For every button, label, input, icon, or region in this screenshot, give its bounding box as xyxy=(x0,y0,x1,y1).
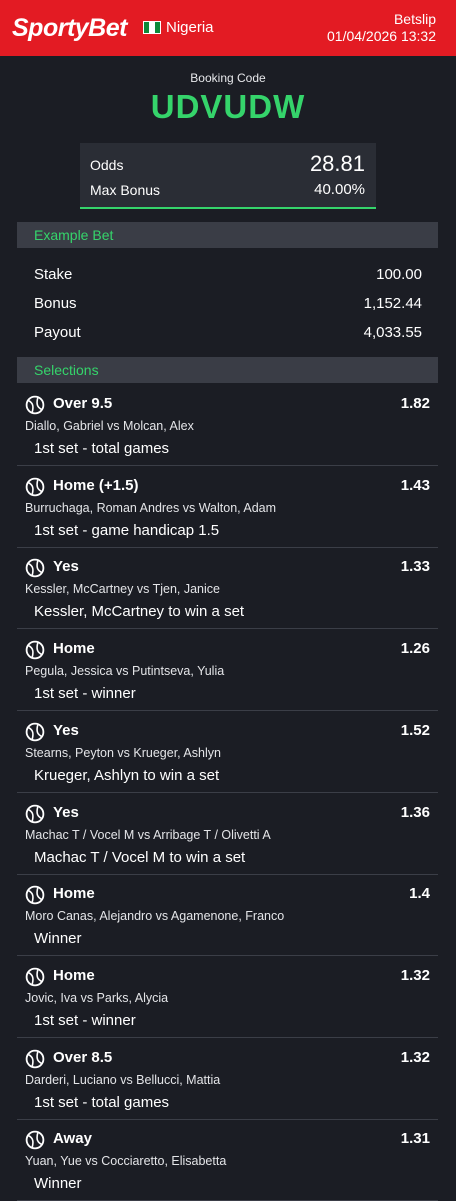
selection-row[interactable]: Yes 1.33 Kessler, McCartney vs Tjen, Janic… xyxy=(17,547,438,630)
selection-event: Moro Canas, Alejandro vs Agamenone, Fran… xyxy=(25,909,285,924)
payout-value: 4,033.55 xyxy=(363,324,422,341)
selection-pick: Home xyxy=(53,966,95,984)
max-bonus-value: 40.00% xyxy=(314,181,365,198)
selection-row[interactable]: Home (+1.5) 1.43 Burruchaga, Roman Andres … xyxy=(17,466,438,548)
tennis-ball-icon xyxy=(25,559,45,578)
selection-pick: Yes xyxy=(53,558,79,576)
booking-code-value[interactable]: UDVUDW xyxy=(0,88,456,126)
bonus-label: Bonus xyxy=(34,295,77,312)
odds-value: 28.81 xyxy=(309,151,365,176)
selection-market: 1st set - game handicap 1.5 xyxy=(34,521,220,539)
tennis-ball-icon xyxy=(25,640,45,660)
country-label: Nigeria xyxy=(166,19,214,36)
bonus-value: 1,152.44 xyxy=(363,295,422,312)
max-bonus-label: Max Bonus xyxy=(90,182,161,198)
tennis-ball-icon xyxy=(25,722,45,742)
selection-event: Diallo, Gabriel vs Molcan, Alex xyxy=(25,419,194,433)
selection-odd: 1.82 xyxy=(400,395,430,412)
selection-event: Pegula, Jessica vs Putintseva, Yulia xyxy=(25,664,225,679)
selection-odd: 1.26 xyxy=(400,640,430,658)
bonus-row: Bonus 1,152.44 xyxy=(34,295,422,312)
nigeria-flag-icon xyxy=(143,21,161,34)
stake-label: Stake xyxy=(34,266,73,283)
selection-market: Winner xyxy=(34,1175,82,1193)
selection-pick: Home xyxy=(53,885,95,903)
selection-pick: Home (+1.5) xyxy=(53,476,139,494)
selection-market: 1st set - winner xyxy=(34,685,136,703)
selections-title: Selections xyxy=(34,362,99,378)
selection-pick: Yes xyxy=(53,803,79,821)
selection-row[interactable]: Home 1.26 Pegula, Jessica vs Putintseva, Y… xyxy=(17,629,438,712)
selection-odd: 1.4 xyxy=(409,885,430,903)
tennis-ball-icon xyxy=(25,885,45,905)
selection-market: 1st set - total games xyxy=(34,440,170,457)
sportybet-logo[interactable]: SportyBet xyxy=(12,14,127,43)
selection-pick: Away xyxy=(53,1130,92,1148)
selection-odd: 1.32 xyxy=(400,1048,430,1066)
payout-label: Payout xyxy=(34,324,81,341)
selection-event: Jovic, Iva vs Parks, Alycia xyxy=(25,990,169,1005)
selection-odd: 1.52 xyxy=(400,721,430,739)
selection-row[interactable]: Yes 1.52 Stearns, Peyton vs Krueger, Ashly… xyxy=(17,711,438,793)
selection-odd: 1.36 xyxy=(400,803,430,821)
example-bet-title: Example Bet xyxy=(34,227,114,243)
selection-event: Burruchaga, Roman Andres vs Walton, Adam xyxy=(25,500,277,515)
selection-odd: 1.31 xyxy=(400,1130,430,1148)
selection-market: Winner xyxy=(34,930,82,948)
top-header: SportyBet Nigeria Betslip 01/04/2026 13:… xyxy=(0,0,456,56)
selection-pick: Home xyxy=(53,640,95,658)
selection-market: Kessler, McCartney to win a set xyxy=(34,603,245,621)
selection-odd: 1.43 xyxy=(400,476,430,494)
selection-market: 1st set - winner xyxy=(34,1011,136,1029)
selection-market: Krueger, Ashlyn to win a set xyxy=(34,766,220,784)
selection-market: Machac T / Vocel M to win a set xyxy=(34,848,246,866)
selection-row[interactable]: Over 8.5 1.32 Darderi, Luciano vs Bellucci… xyxy=(17,1038,438,1120)
example-bet-header: Example Bet xyxy=(17,222,438,248)
betslip-title: Betslip xyxy=(393,11,436,27)
selection-pick: Over 9.5 xyxy=(53,395,113,412)
selection-row[interactable]: Yes 1.36 Machac T / Vocel M vs Arribage T … xyxy=(17,793,438,875)
selection-event: Kessler, McCartney vs Tjen, Janice xyxy=(25,582,220,597)
selection-odd: 1.33 xyxy=(400,558,430,576)
selection-event: Machac T / Vocel M vs Arribage T / Olive… xyxy=(25,827,271,842)
stake-value: 100.00 xyxy=(376,266,422,283)
selection-odd: 1.32 xyxy=(400,966,430,984)
selection-row[interactable]: Away 1.31 Yuan, Yue vs Cocciaretto, Elisab… xyxy=(17,1119,438,1201)
tennis-ball-icon xyxy=(25,1130,45,1150)
stake-row: Stake 100.00 xyxy=(34,266,422,283)
selection-row[interactable]: Home 1.4 Moro Canas, Alejandro vs Agamenon… xyxy=(17,874,438,957)
betslip-datetime: 01/04/2026 13:32 xyxy=(327,28,436,44)
tennis-ball-icon xyxy=(25,967,45,987)
selection-event: Yuan, Yue vs Cocciaretto, Elisabetta xyxy=(25,1154,227,1169)
selection-event: Stearns, Peyton vs Krueger, Ashlyn xyxy=(25,745,221,760)
booking-code-label: Booking Code xyxy=(190,71,266,85)
selection-pick: Over 8.5 xyxy=(53,1048,113,1066)
tennis-ball-icon xyxy=(25,804,45,823)
selections-header: Selections xyxy=(17,357,438,383)
tennis-ball-icon xyxy=(25,1049,45,1068)
tennis-ball-icon xyxy=(25,395,45,415)
selection-market: 1st set - total games xyxy=(34,1093,170,1111)
tennis-ball-icon xyxy=(25,477,45,496)
odds-summary-box: Odds 28.81 Max Bonus 40.00% xyxy=(80,143,376,209)
payout-row: Payout 4,033.55 xyxy=(34,324,422,341)
selection-row[interactable]: Over 9.5 1.82 Diallo, Gabriel vs Molcan, A… xyxy=(17,384,438,466)
selection-event: Darderi, Luciano vs Bellucci, Mattia xyxy=(25,1072,221,1087)
selection-pick: Yes xyxy=(53,721,79,739)
odds-label: Odds xyxy=(90,157,124,173)
selection-row[interactable]: Home 1.32 Jovic, Iva vs Parks, Alycia 1st s… xyxy=(17,956,438,1038)
